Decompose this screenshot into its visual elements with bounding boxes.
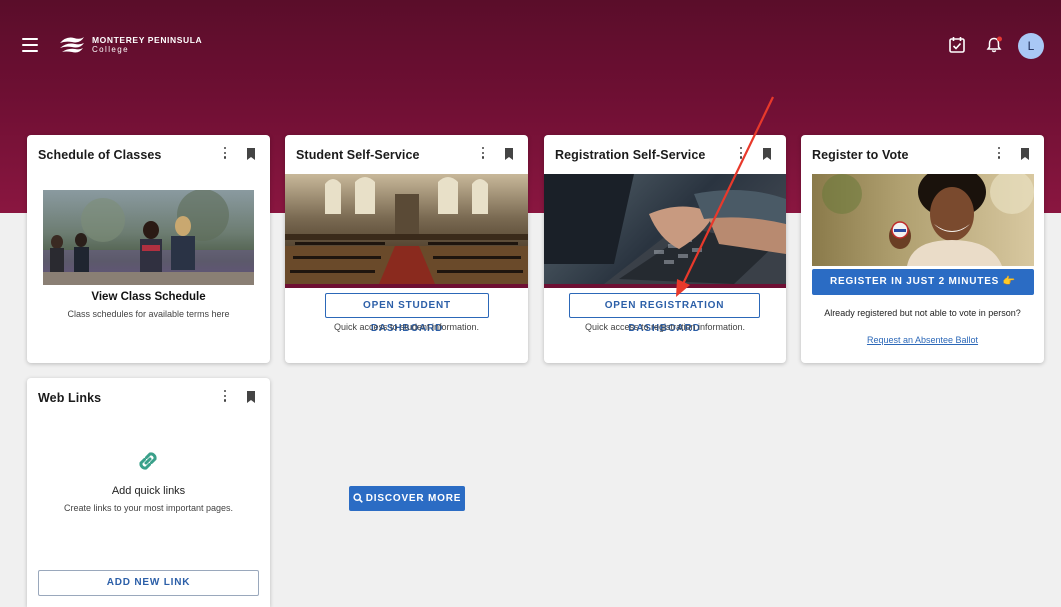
menu-icon[interactable]	[22, 38, 38, 52]
search-icon	[353, 493, 363, 503]
open-student-dashboard-button[interactable]: OPEN STUDENT DASHBOARD	[325, 293, 489, 334]
card-title: Register to Vote	[812, 148, 909, 162]
link-icon	[139, 452, 157, 470]
register-to-vote-card: Register to Vote REGISTER IN JUST 2 MINU…	[801, 135, 1044, 363]
register-in-2-minutes-button[interactable]: REGISTER IN JUST 2 MINUTES 👉	[812, 269, 1034, 295]
student-subtext: Quick access to student information.	[333, 322, 480, 332]
logo-text-line1: MONTEREY PENINSULA	[92, 34, 203, 45]
notification-bell-icon[interactable]	[985, 36, 1003, 54]
bookmark-icon[interactable]	[1020, 148, 1030, 160]
user-avatar[interactable]: L	[1018, 33, 1044, 59]
top-bar: MONTEREY PENINSULA College L	[0, 0, 1061, 90]
schedule-subtext: Class schedules for available terms here	[67, 309, 230, 319]
voter-photo	[812, 174, 1034, 266]
discover-more-button[interactable]: DISCOVER MORE	[349, 486, 465, 511]
schedule-of-classes-card: Schedule of Classes View Class Schedule …	[27, 135, 270, 363]
vote-subtext: Already registered but not able to vote …	[824, 308, 1021, 318]
calendar-check-icon[interactable]	[948, 36, 966, 54]
weblinks-subtext: Create links to your most important page…	[63, 503, 234, 513]
registration-self-service-card: Registration Self-Service OPEN REGISTRAT…	[544, 135, 786, 363]
more-options-icon[interactable]	[221, 390, 229, 404]
laptop-typing-photo	[544, 174, 786, 284]
add-new-link-button[interactable]: ADD NEW LINK	[38, 570, 259, 596]
registration-subtext: Quick access to registration information…	[584, 322, 746, 332]
card-title: Registration Self-Service	[555, 148, 706, 162]
discover-more-label: DISCOVER MORE	[365, 493, 462, 504]
students-photo	[43, 190, 254, 285]
register-button-label: REGISTER IN JUST 2 MINUTES	[829, 276, 1000, 287]
student-self-service-card: Student Self-Service OPEN STUDENT DASHBO…	[285, 135, 528, 363]
more-options-icon[interactable]	[479, 147, 487, 161]
view-class-schedule-heading[interactable]: View Class Schedule	[27, 291, 270, 303]
bookmark-icon[interactable]	[246, 391, 256, 403]
open-registration-dashboard-button[interactable]: OPEN REGISTRATION DASHBOARD	[569, 293, 760, 334]
college-logo[interactable]: MONTEREY PENINSULA College	[58, 33, 202, 57]
absentee-ballot-link[interactable]: Request an Absentee Ballot	[801, 335, 1044, 345]
accent-bar	[544, 284, 786, 288]
bookmark-icon[interactable]	[504, 148, 514, 160]
web-links-card: Web Links Add quick links Create links t…	[27, 378, 270, 607]
pointing-hand-icon: 👉	[1002, 276, 1016, 287]
more-options-icon[interactable]	[737, 147, 745, 161]
logo-wave-icon	[60, 37, 84, 53]
add-quick-links-heading: Add quick links	[111, 485, 186, 497]
bookmark-icon[interactable]	[762, 148, 772, 160]
more-options-icon[interactable]	[995, 147, 1003, 161]
logo-text-line2: College	[92, 45, 129, 55]
bookmark-icon[interactable]	[246, 148, 256, 160]
card-title: Student Self-Service	[296, 148, 420, 162]
more-options-icon[interactable]	[221, 147, 229, 161]
library-photo	[285, 174, 528, 284]
card-title: Web Links	[38, 391, 102, 405]
card-title: Schedule of Classes	[38, 148, 162, 162]
accent-bar	[285, 284, 528, 288]
